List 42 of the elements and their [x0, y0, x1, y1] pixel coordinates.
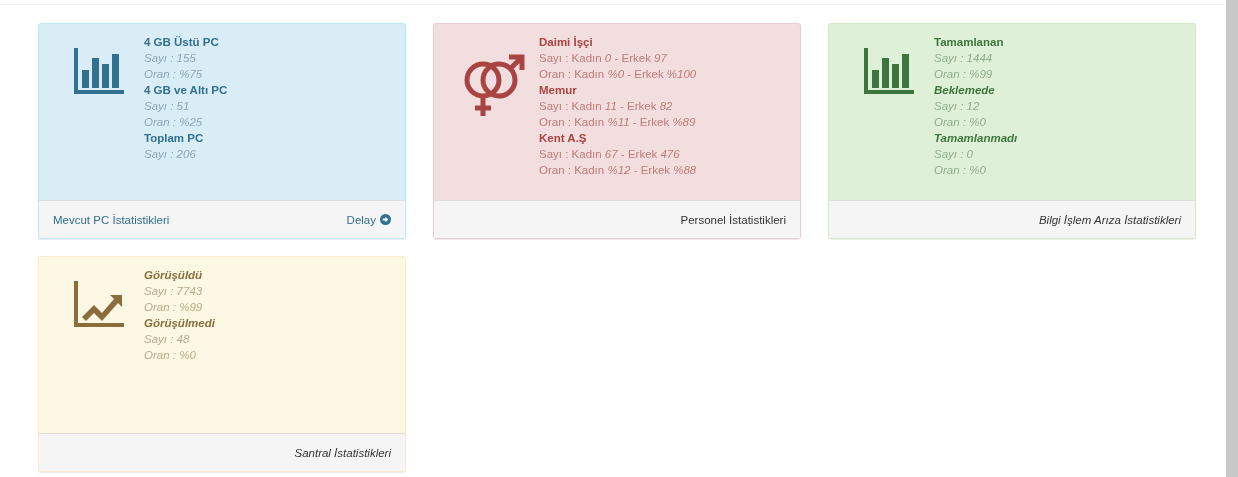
- stat-text: Sayı : Kadın 67 - Erkek 476: [539, 147, 681, 162]
- stat-text: Oran : Kadın %11 - Erkek %89: [539, 115, 697, 130]
- stat-text: Oran : %25: [144, 115, 204, 130]
- group-title: Beklemede: [934, 83, 996, 98]
- group-title: Toplam PC: [144, 131, 205, 146]
- stat-text: Sayı : 155: [144, 51, 197, 66]
- stat-text: Oran : Kadın %0 - Erkek %100: [539, 67, 697, 82]
- stat-text: Sayı : 48: [144, 332, 191, 347]
- group-title: Tamamlanan: [934, 35, 1005, 50]
- group-title: Kent A.Ş: [539, 131, 588, 146]
- stat-text: Sayı : 51: [144, 99, 191, 114]
- stat-text: Oran : Kadın %12 - Erkek %88: [539, 163, 697, 178]
- stat-text: Sayı : 1444: [934, 51, 994, 66]
- group-title: Tamamlanmadı: [934, 131, 1018, 146]
- footer-label: Personel İstatistikleri: [680, 213, 786, 226]
- group-title: Memur: [539, 83, 578, 98]
- group-title: Daimi İşçi: [539, 35, 594, 50]
- stat-text: Oran : %99: [934, 67, 994, 82]
- stat-text: Sayı : 206: [144, 147, 197, 162]
- stat-text: Sayı : Kadın 11 - Erkek 82: [539, 99, 674, 114]
- bar-chart-icon: [71, 48, 124, 96]
- scrollbar[interactable]: [1226, 0, 1238, 477]
- group-title: 4 GB Üstü PC: [144, 35, 220, 50]
- arrow-circle-icon: [380, 214, 391, 225]
- stat-text: Oran : %99: [144, 300, 204, 315]
- group-title: Görüşülmedi: [144, 316, 215, 331]
- group-title: 4 GB ve Altı PC: [144, 83, 228, 98]
- stat-text: Sayı : 12: [934, 99, 981, 114]
- stat-text: Sayı : 7743: [144, 284, 204, 299]
- bar-chart-icon: [861, 48, 914, 96]
- stat-text: Sayı : 0: [934, 147, 974, 162]
- stat-text: Oran : %75: [144, 67, 204, 82]
- detail-link[interactable]: Delay: [346, 213, 391, 226]
- stat-text: Oran : %0: [934, 115, 987, 130]
- stat-text: Oran : %0: [934, 163, 987, 178]
- group-title: Görüşüldü: [144, 268, 204, 283]
- stat-text: Oran : %0: [144, 348, 197, 363]
- trend-chart-icon: [71, 281, 124, 329]
- footer-label: Santral İstatistikleri: [294, 446, 391, 459]
- footer-label: Bilgi İşlem Arıza İstatistikleri: [1038, 213, 1181, 226]
- stat-text: Sayı : Kadın 0 - Erkek 97: [539, 51, 668, 66]
- footer-label: Mevcut PC İstatistikleri: [53, 213, 170, 226]
